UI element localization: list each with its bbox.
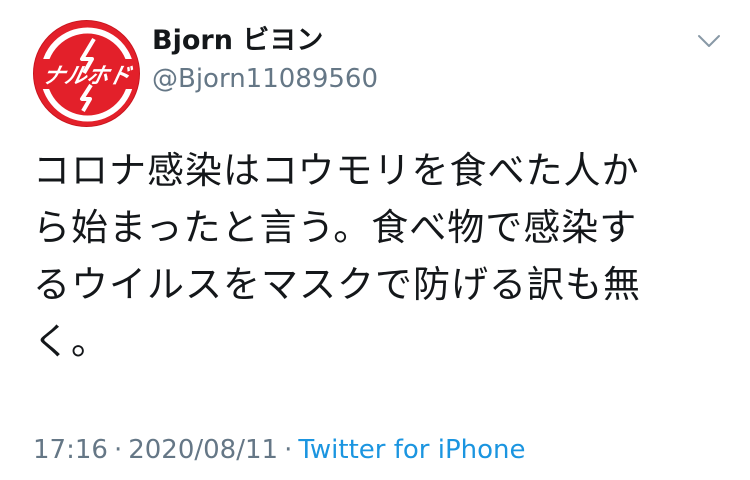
avatar[interactable]: ナルホド xyxy=(33,20,140,127)
tweet-text: コロナ感染はコウモリを食べた人か ら始まったと言う。食べ物で感染す るウイルスを… xyxy=(33,142,723,370)
tweet-text-line: く。 xyxy=(33,320,109,363)
avatar-logo: ナルホド xyxy=(40,27,135,122)
tweet-text-line: ら始まったと言う。食べ物で感染す xyxy=(33,206,638,249)
tweet-date[interactable]: 2020/08/11 xyxy=(128,435,278,465)
tweet-text-line: るウイルスをマスクで防げる訳も無 xyxy=(33,263,641,306)
username[interactable]: @Bjorn11089560 xyxy=(152,62,378,96)
meta-separator: · xyxy=(113,435,123,465)
tweet-source-link[interactable]: Twitter for iPhone xyxy=(298,435,525,465)
meta-separator: · xyxy=(284,435,293,465)
chevron-down-icon[interactable] xyxy=(694,26,724,56)
display-name[interactable]: Bjorn ビヨン xyxy=(152,24,323,58)
tweet-meta: 17:16 · 2020/08/11 · Twitter for iPhone xyxy=(33,433,526,467)
tweet-time[interactable]: 17:16 xyxy=(33,435,108,465)
tweet-text-line: コロナ感染はコウモリを食べた人か xyxy=(33,149,640,192)
tweet-card: ナルホド Bjorn ビヨン @Bjorn11089560 コロナ感染はコウモリ… xyxy=(0,0,750,480)
